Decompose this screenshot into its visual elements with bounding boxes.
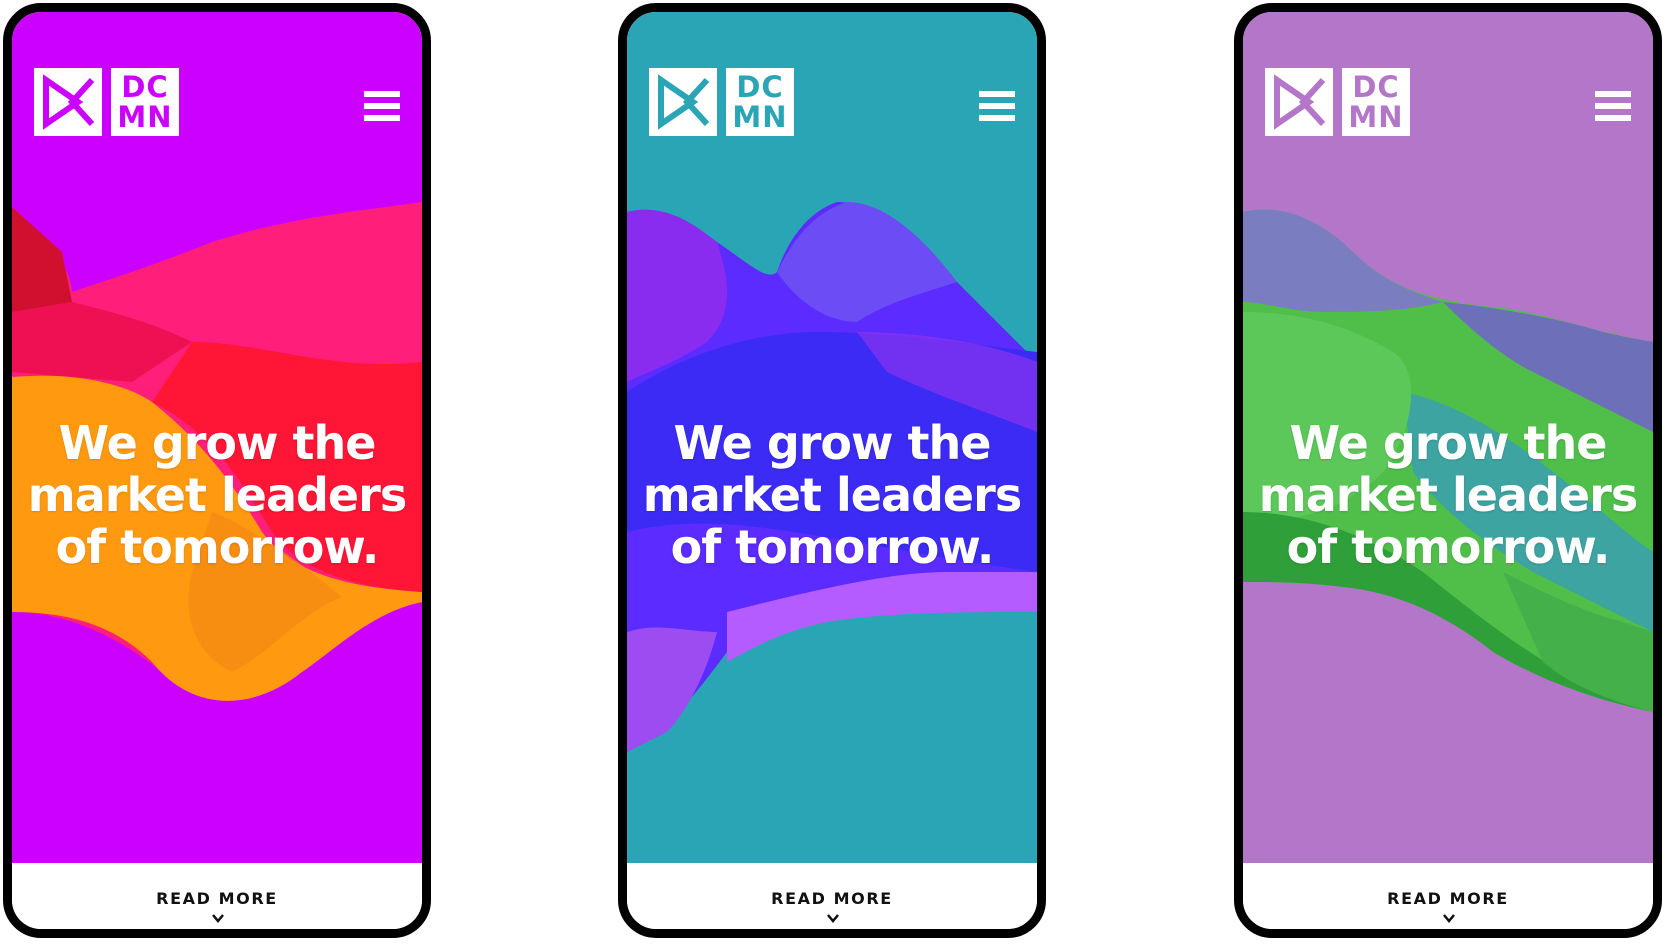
headline-line-2: market leaders bbox=[27, 468, 407, 522]
hamburger-menu-icon[interactable] bbox=[1595, 91, 1631, 125]
hamburger-menu-icon[interactable] bbox=[364, 91, 400, 125]
bottom-bar: READ MORE bbox=[627, 863, 1037, 929]
logo-mark-icon bbox=[34, 68, 102, 136]
logo-line-2: MN bbox=[732, 100, 788, 134]
hamburger-menu-icon[interactable] bbox=[979, 91, 1015, 125]
chevron-down-icon[interactable] bbox=[826, 913, 840, 923]
bottom-bar: READ MORE bbox=[12, 863, 422, 929]
logo-line-2: MN bbox=[1348, 100, 1404, 134]
headline-line-2: market leaders bbox=[642, 468, 1022, 522]
hero-headline: We grow the market leaders of tomorrow. bbox=[1243, 417, 1653, 573]
dcmn-logo[interactable]: DC MN bbox=[649, 68, 797, 138]
hero-headline: We grow the market leaders of tomorrow. bbox=[627, 417, 1037, 573]
logo-line-1: DC bbox=[1352, 70, 1400, 104]
read-more-button[interactable]: READ MORE bbox=[12, 889, 422, 908]
logo-mark-icon bbox=[1265, 68, 1333, 136]
logo-line-2: MN bbox=[117, 100, 173, 134]
read-more-button[interactable]: READ MORE bbox=[1243, 889, 1653, 908]
logo-line-1: DC bbox=[736, 70, 784, 104]
chevron-down-icon[interactable] bbox=[211, 913, 225, 923]
chevron-down-icon[interactable] bbox=[1442, 913, 1456, 923]
dcmn-logo[interactable]: DC MN bbox=[1265, 68, 1413, 138]
headline-line-3: of tomorrow. bbox=[55, 520, 380, 574]
headline-line-3: of tomorrow. bbox=[670, 520, 995, 574]
phone-mockup-lilac: DC MN We grow the market leaders of tomo… bbox=[1234, 3, 1662, 938]
headline-line-1: We grow the bbox=[1289, 416, 1608, 470]
bottom-bar: READ MORE bbox=[1243, 863, 1653, 929]
headline-line-3: of tomorrow. bbox=[1286, 520, 1611, 574]
headline-line-1: We grow the bbox=[58, 416, 377, 470]
headline-line-1: We grow the bbox=[673, 416, 992, 470]
read-more-button[interactable]: READ MORE bbox=[627, 889, 1037, 908]
phone-mockup-magenta: DC MN We grow the market leaders of tomo… bbox=[3, 3, 431, 938]
logo-wordmark: DC MN bbox=[726, 68, 794, 136]
hero-headline: We grow the market leaders of tomorrow. bbox=[12, 417, 422, 573]
logo-wordmark: DC MN bbox=[1342, 68, 1410, 136]
phone-mockup-teal: DC MN We grow the market leaders of tomo… bbox=[618, 3, 1046, 938]
logo-wordmark: DC MN bbox=[111, 68, 179, 136]
headline-line-2: market leaders bbox=[1258, 468, 1638, 522]
logo-mark-icon bbox=[649, 68, 717, 136]
dcmn-logo[interactable]: DC MN bbox=[34, 68, 182, 138]
logo-line-1: DC bbox=[121, 70, 169, 104]
